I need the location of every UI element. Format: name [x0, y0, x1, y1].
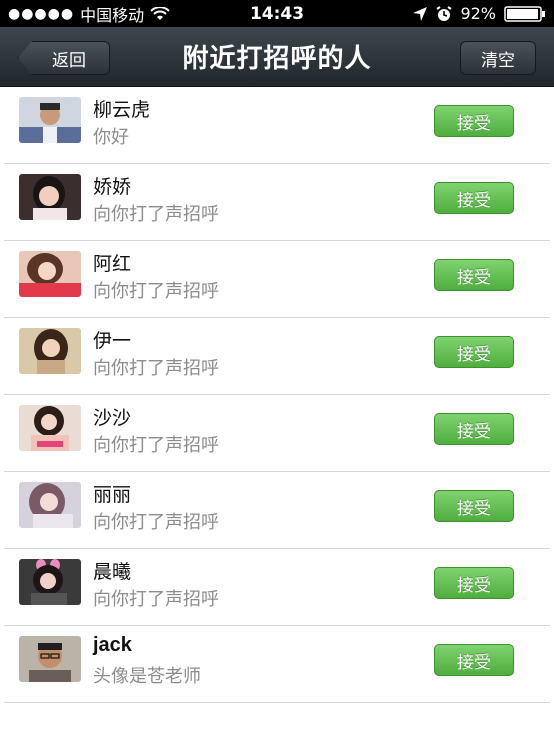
list-item[interactable]: 晨曦 向你打了声招呼 接受 [4, 549, 550, 626]
list-item[interactable]: 娇娇 向你打了声招呼 接受 [4, 164, 550, 241]
accept-button[interactable]: 接受 [434, 413, 514, 445]
navigation-bar: 返回 附近打招呼的人 清空 [0, 27, 554, 87]
list-item[interactable]: 沙沙 向你打了声招呼 接受 [4, 395, 550, 472]
list-item[interactable]: 阿红 向你打了声招呼 接受 [4, 241, 550, 318]
greeting-list: 柳云虎 你好 接受 娇娇 向你打了声招呼 接受 阿红 向你打了声招呼 接受 伊一… [0, 87, 554, 703]
page-title: 附近打招呼的人 [182, 44, 372, 74]
avatar [19, 405, 81, 451]
wifi-icon [150, 6, 170, 20]
list-item[interactable]: 柳云虎 你好 接受 [4, 87, 550, 164]
greeting-message: 头像是苍老师 [93, 666, 201, 687]
accept-button[interactable]: 接受 [434, 105, 514, 137]
person-name: jack [93, 634, 132, 656]
clear-button[interactable]: 清空 [460, 41, 536, 75]
accept-button[interactable]: 接受 [434, 567, 514, 599]
location-arrow-icon [413, 6, 428, 21]
person-name: 丽丽 [93, 484, 132, 506]
carrier-name: 中国移动 [80, 5, 145, 25]
list-item[interactable]: 丽丽 向你打了声招呼 接受 [4, 472, 550, 549]
avatar [19, 636, 81, 682]
back-button[interactable]: 返回 [18, 41, 110, 75]
list-item[interactable]: 伊一 向你打了声招呼 接受 [4, 318, 550, 395]
accept-button[interactable]: 接受 [434, 490, 514, 522]
status-bar: ●●●●● 中国移动 14:43 92% [0, 0, 554, 27]
greeting-message: 向你打了声招呼 [93, 589, 219, 610]
avatar [19, 97, 81, 143]
person-name: 伊一 [93, 330, 132, 352]
person-name: 晨曦 [93, 561, 132, 583]
alarm-clock-icon [436, 5, 452, 21]
person-name: 沙沙 [93, 407, 132, 429]
battery-icon [504, 5, 545, 22]
avatar [19, 251, 81, 297]
accept-button[interactable]: 接受 [434, 259, 514, 291]
avatar [19, 559, 81, 605]
greeting-message: 向你打了声招呼 [93, 204, 219, 225]
person-name: 娇娇 [93, 176, 132, 198]
greeting-message: 向你打了声招呼 [93, 435, 219, 456]
greeting-message: 向你打了声招呼 [93, 358, 219, 379]
greeting-message: 向你打了声招呼 [93, 512, 219, 533]
greeting-message: 向你打了声招呼 [93, 281, 219, 302]
avatar [19, 482, 81, 528]
person-name: 柳云虎 [93, 99, 151, 121]
accept-button[interactable]: 接受 [434, 336, 514, 368]
list-item[interactable]: jack 头像是苍老师 接受 [4, 626, 550, 703]
accept-button[interactable]: 接受 [434, 182, 514, 214]
signal-strength: ●●●●● [8, 5, 75, 22]
accept-button[interactable]: 接受 [434, 644, 514, 676]
greeting-message: 你好 [93, 127, 129, 148]
avatar [19, 328, 81, 374]
battery-percent: 92% [460, 4, 496, 23]
avatar [19, 174, 81, 220]
person-name: 阿红 [93, 253, 132, 275]
